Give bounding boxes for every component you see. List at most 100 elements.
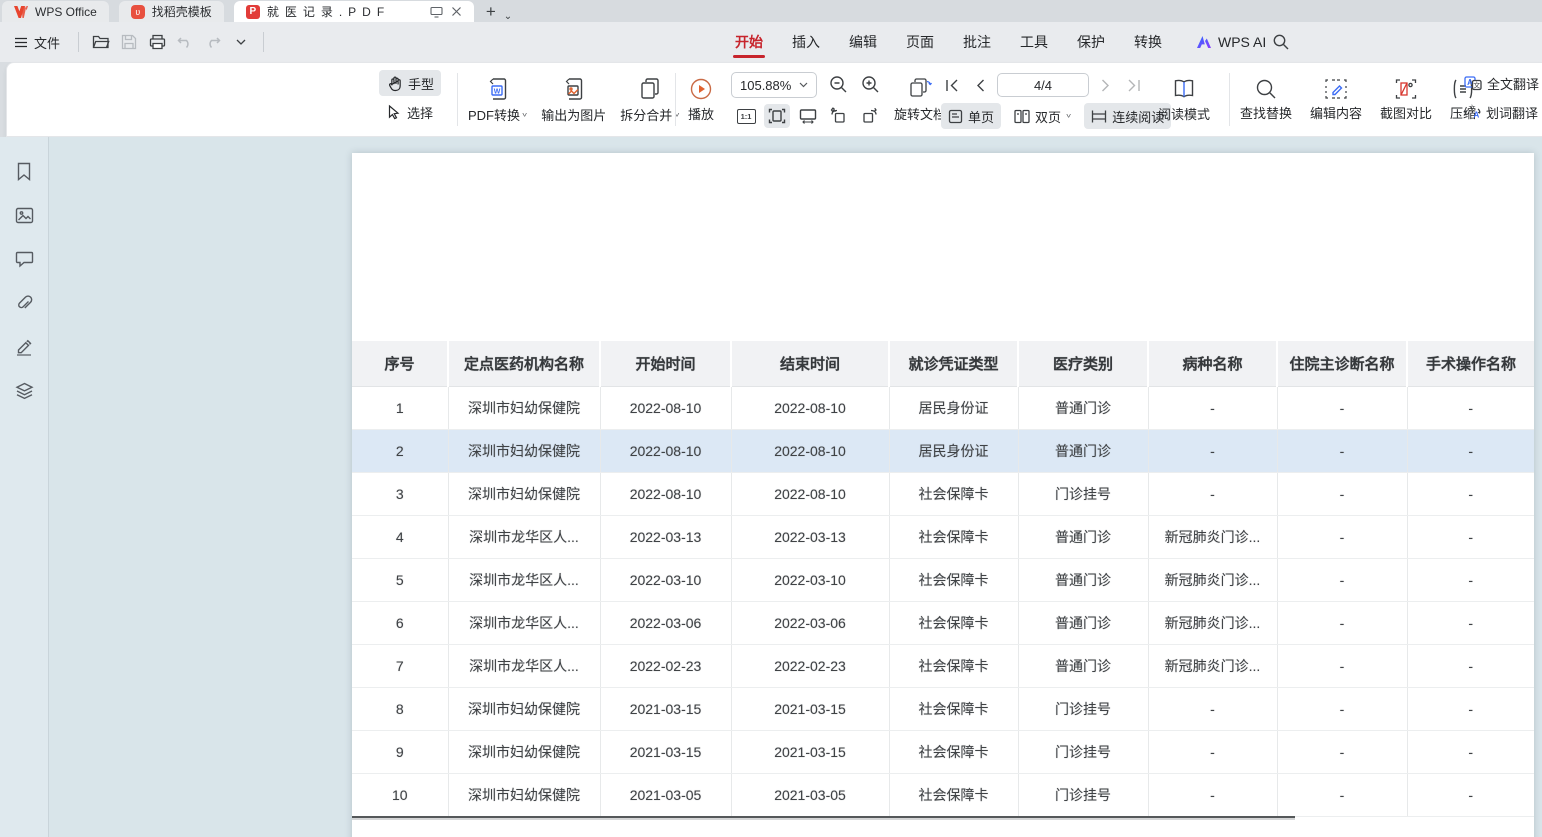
qat-chevron-icon[interactable]: [229, 30, 253, 54]
full-translate-button[interactable]: A文 全文翻译: [1457, 70, 1542, 96]
menu-tab-insert[interactable]: 插入: [792, 24, 820, 60]
chevron-down-icon: ˅: [1066, 112, 1071, 120]
first-page-button[interactable]: [941, 73, 963, 97]
play-button[interactable]: 播放: [683, 70, 719, 130]
double-page-button[interactable]: 双页 ˅: [1007, 103, 1078, 129]
table-cell: -: [1407, 773, 1534, 816]
annotate-pen-icon[interactable]: [12, 335, 36, 359]
save-icon[interactable]: [117, 30, 141, 54]
redo-icon[interactable]: [201, 30, 225, 54]
pdf-convert-icon: W: [486, 76, 510, 102]
wps-ai-button[interactable]: WPS AI: [1196, 22, 1266, 62]
fit-width-button[interactable]: [795, 104, 821, 128]
zoom-level-dropdown[interactable]: 105.88%: [731, 72, 817, 98]
print-icon[interactable]: [145, 30, 169, 54]
hand-icon: [386, 75, 403, 92]
attachment-icon[interactable]: [12, 291, 36, 315]
word-translate-button[interactable]: 文A 划词翻译 ˅: [1457, 99, 1542, 125]
single-page-button[interactable]: 单页: [941, 103, 1001, 129]
table-cell: 普通门诊: [1018, 644, 1148, 687]
table-cell: -: [1407, 558, 1534, 601]
next-page-button[interactable]: [1095, 73, 1117, 97]
tab-docer[interactable]: ʋ 找稻壳模板: [119, 1, 224, 22]
prev-page-icon: [975, 79, 985, 92]
menu-tab-convert[interactable]: 转换: [1134, 24, 1162, 60]
pdf-file-icon: P: [246, 5, 260, 19]
table-cell: 新冠肺炎门诊...: [1148, 644, 1277, 687]
double-page-label: 双页: [1035, 107, 1061, 126]
comment-icon[interactable]: [12, 247, 36, 271]
actual-size-button[interactable]: 1:1: [733, 104, 759, 128]
table-cell: -: [1407, 515, 1534, 558]
open-file-icon[interactable]: [89, 30, 113, 54]
document-canvas: 序号定点医药机构名称开始时间结束时间就诊凭证类型医疗类别病种名称住院主诊断名称手…: [0, 137, 1542, 837]
new-tab-button[interactable]: +: [486, 2, 496, 22]
table-header-cell: 医疗类别: [1018, 341, 1148, 386]
tab-close-icon[interactable]: [451, 6, 462, 17]
page-number-input[interactable]: [997, 73, 1089, 97]
file-menu-button[interactable]: 文件: [8, 29, 68, 56]
last-page-button[interactable]: [1123, 73, 1145, 97]
rotate-right-button[interactable]: [857, 103, 883, 127]
table-cell: 社会保障卡: [889, 515, 1018, 558]
menu-tab-comment[interactable]: 批注: [963, 24, 991, 60]
read-mode-button[interactable]: 阅读模式: [1153, 70, 1215, 130]
screenshot-compare-button[interactable]: 截图对比: [1375, 70, 1437, 130]
table-cell: 7: [352, 644, 448, 687]
export-image-button[interactable]: 输出为图片: [536, 70, 611, 130]
read-mode-icon: [1171, 77, 1197, 101]
single-page-icon: [948, 109, 963, 124]
tab-label: 就医记录.PDF: [267, 3, 423, 20]
table-cell: 社会保障卡: [889, 472, 1018, 515]
table-cell: 2022-08-10: [731, 429, 889, 472]
pdf-convert-button[interactable]: W PDF转换˅: [463, 70, 532, 130]
menu-tab-edit[interactable]: 编辑: [849, 24, 877, 60]
fit-page-button[interactable]: [764, 104, 790, 128]
play-icon: [689, 77, 713, 101]
table-cell: 2022-02-23: [600, 644, 731, 687]
tab-document-active[interactable]: P 就医记录.PDF: [234, 1, 474, 22]
edit-content-button[interactable]: 编辑内容: [1305, 70, 1367, 130]
table-cell: -: [1407, 730, 1534, 773]
menu-search-icon[interactable]: [1272, 33, 1292, 53]
menu-tab-tools[interactable]: 工具: [1020, 24, 1048, 60]
table-cell: 2022-03-06: [600, 601, 731, 644]
tab-label: WPS Office: [35, 5, 97, 19]
table-header-cell: 就诊凭证类型: [889, 341, 1018, 386]
table-header-cell: 手术操作名称: [1407, 341, 1534, 386]
table-cell: -: [1277, 558, 1407, 601]
table-cell: -: [1277, 601, 1407, 644]
table-cell: 2: [352, 429, 448, 472]
layers-icon[interactable]: [12, 379, 36, 403]
zoom-in-button[interactable]: [857, 72, 883, 96]
thumbnail-icon[interactable]: [12, 203, 36, 227]
menu-tab-home[interactable]: 开始: [735, 24, 763, 60]
menu-tab-page[interactable]: 页面: [906, 24, 934, 60]
bookmark-icon[interactable]: [12, 159, 36, 183]
menu-tab-protect[interactable]: 保护: [1077, 24, 1105, 60]
first-page-icon: [945, 79, 959, 92]
table-cell: 10: [352, 773, 448, 816]
pdf-page[interactable]: 序号定点医药机构名称开始时间结束时间就诊凭证类型医疗类别病种名称住院主诊断名称手…: [352, 153, 1534, 837]
rotate-left-button[interactable]: [825, 103, 851, 127]
table-cell: 新冠肺炎门诊...: [1148, 558, 1277, 601]
table-cell: 5: [352, 558, 448, 601]
undo-icon[interactable]: [173, 30, 197, 54]
table-cell: -: [1277, 515, 1407, 558]
prev-page-button[interactable]: [969, 73, 991, 97]
find-replace-button[interactable]: 查找替换: [1235, 70, 1297, 130]
full-translate-icon: A文: [1464, 75, 1482, 91]
table-cell: 2022-02-23: [731, 644, 889, 687]
hand-tool-label: 手型: [408, 74, 434, 93]
edit-content-icon: [1324, 78, 1348, 100]
cursor-icon: [386, 104, 402, 120]
table-cell: 深圳市妇幼保健院: [448, 386, 600, 429]
zoom-out-button[interactable]: [825, 72, 851, 96]
table-cell: 深圳市龙华区人...: [448, 601, 600, 644]
tab-list-chevron-icon[interactable]: ⌄: [504, 11, 512, 22]
tab-wps-home[interactable]: WPS Office: [2, 1, 109, 22]
table-cell: 深圳市龙华区人...: [448, 644, 600, 687]
hand-tool-button[interactable]: 手型: [379, 70, 441, 96]
select-tool-button[interactable]: 选择: [379, 99, 441, 125]
tab-monitor-icon[interactable]: [430, 6, 443, 18]
